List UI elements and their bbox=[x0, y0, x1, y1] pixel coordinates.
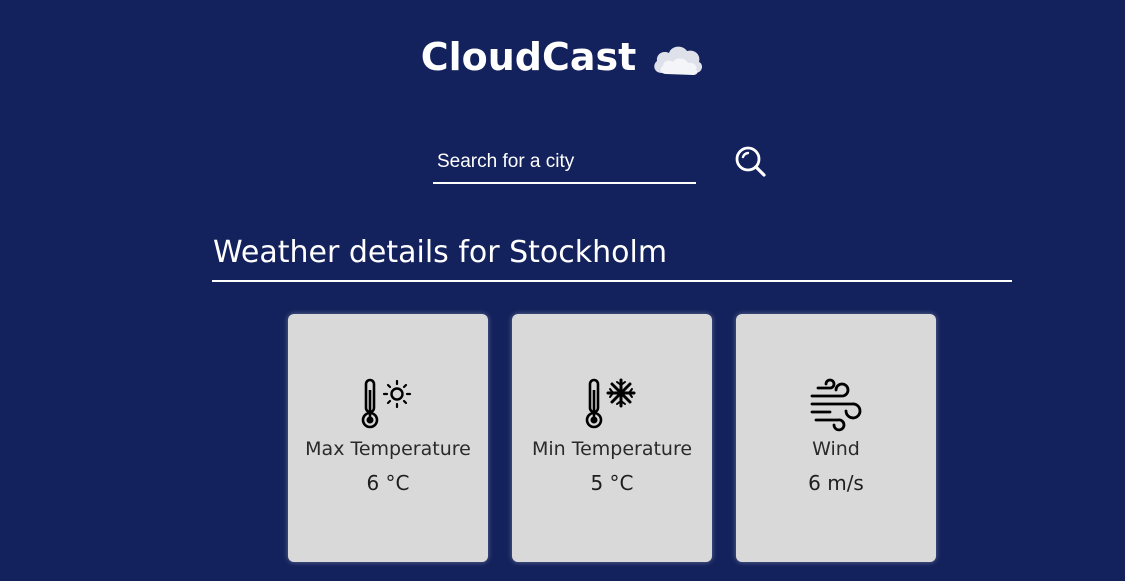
brand: CloudCast bbox=[421, 30, 705, 84]
card-value: 6 °C bbox=[366, 471, 410, 495]
wind-card: Wind 6 m/s bbox=[736, 314, 936, 562]
thermometer-sun-icon bbox=[361, 378, 412, 429]
app-title: CloudCast bbox=[420, 35, 637, 79]
search-bar bbox=[433, 142, 766, 184]
card-label: Wind bbox=[812, 438, 860, 460]
card-value: 5 °C bbox=[590, 471, 634, 495]
app-header: CloudCast bbox=[0, 30, 1125, 84]
min-temperature-card: Min Temperature 5 °C bbox=[512, 314, 712, 562]
search-button[interactable] bbox=[733, 144, 769, 180]
wind-icon bbox=[810, 378, 862, 432]
card-label: Min Temperature bbox=[531, 438, 693, 460]
card-label: Max Temperature bbox=[305, 438, 471, 460]
magnifier-icon bbox=[735, 146, 766, 177]
weather-cards: Max Temperature 6 °C Min Temperature 5 °… bbox=[288, 314, 936, 562]
title-divider bbox=[212, 280, 1012, 282]
cloud-icon bbox=[654, 46, 703, 75]
max-temperature-card: Max Temperature 6 °C bbox=[288, 314, 488, 562]
weather-details-title: Weather details for Stockholm bbox=[213, 235, 668, 270]
card-value: 6 m/s bbox=[808, 471, 864, 495]
thermometer-snowflake-icon bbox=[585, 378, 636, 429]
city-search-input[interactable] bbox=[433, 142, 696, 184]
